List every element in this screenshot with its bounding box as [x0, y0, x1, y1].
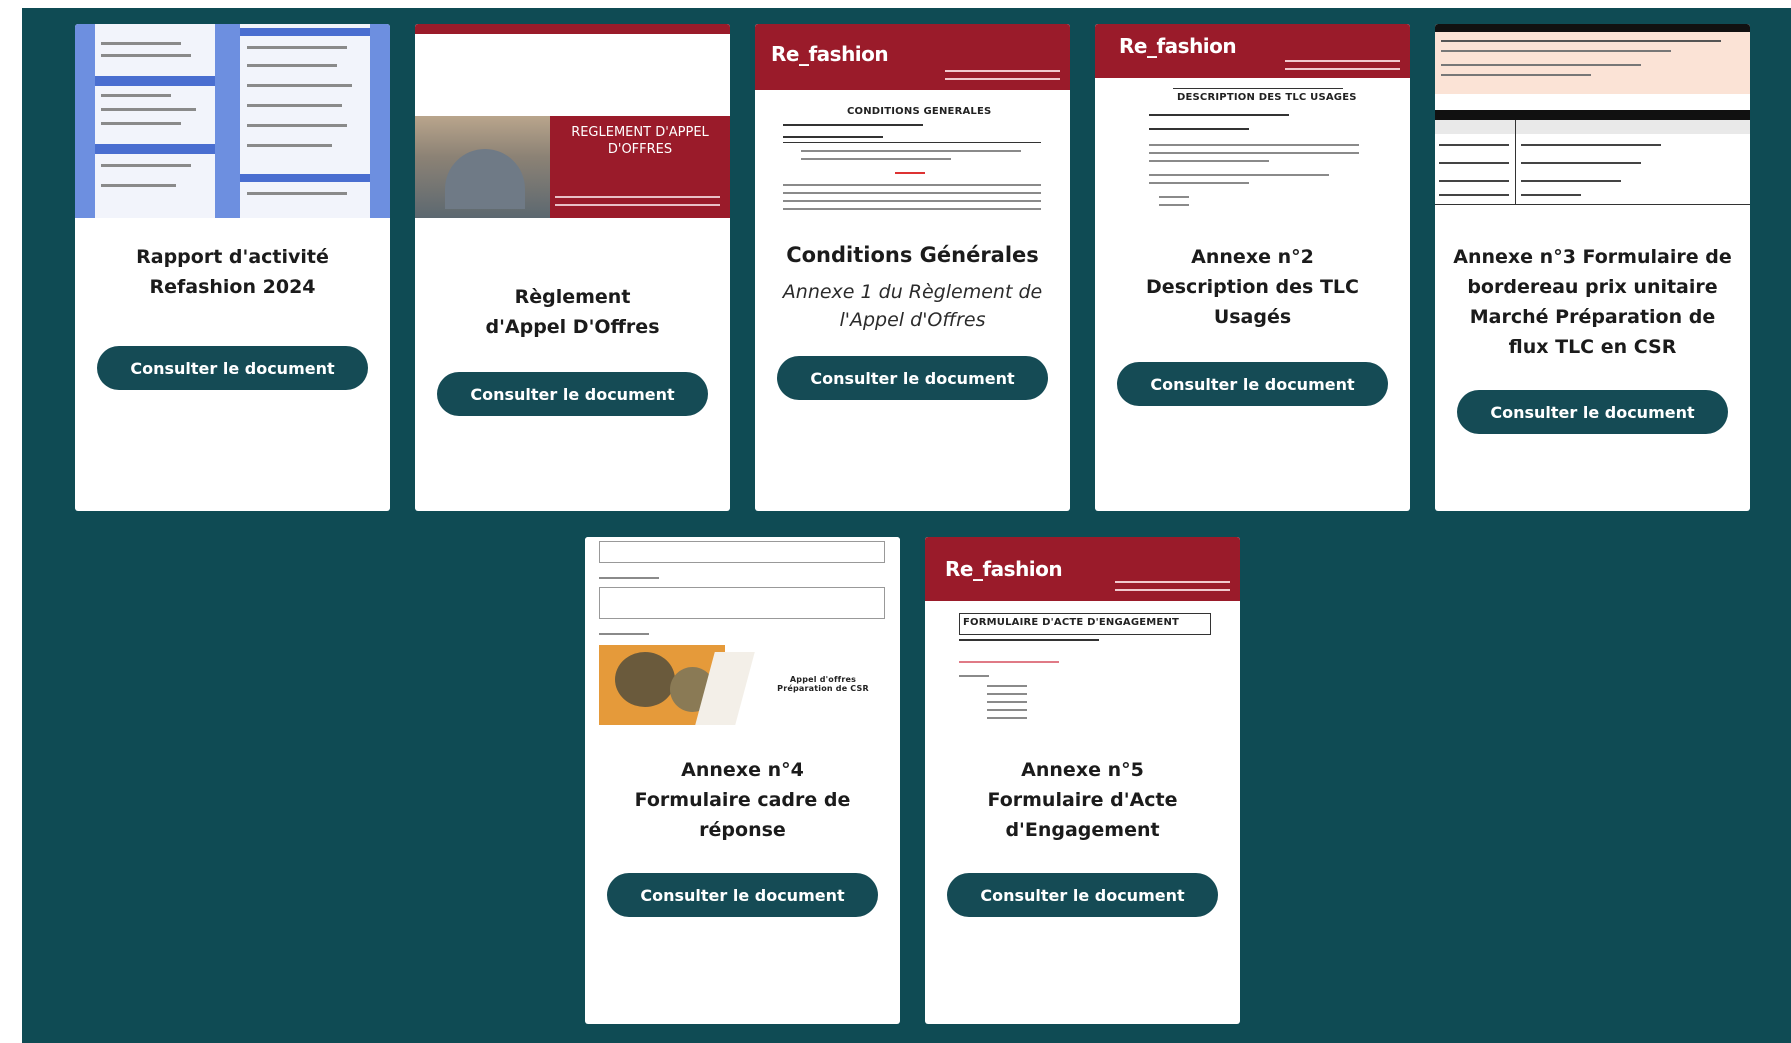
- document-card: Re_fashion FORMULAIRE D'ACTE D'ENGAGEMEN…: [925, 537, 1240, 1024]
- document-thumbnail[interactable]: Re_fashion DESCRIPTION DES TLC USAGES: [1095, 24, 1410, 218]
- card-body: Annexe n°3 Formulaire de bordereau prix …: [1435, 218, 1750, 511]
- document-card: Appel d'offres Préparation de CSR Annexe…: [585, 537, 900, 1024]
- refashion-logo: Re_fashion: [771, 42, 889, 66]
- document-card: Annexe n°3 Formulaire de bordereau prix …: [1435, 24, 1750, 511]
- document-card: Re_fashion CONDITIONS GENERALES Conditio…: [755, 24, 1070, 511]
- card-title: Annexe n°3 Formulaire de bordereau prix …: [1453, 246, 1732, 358]
- consult-document-button[interactable]: Consulter le document: [607, 873, 878, 917]
- refashion-logo: Re_fashion: [1119, 34, 1237, 58]
- thumbnail-heading: DESCRIPTION DES TLC USAGES: [1177, 92, 1357, 103]
- card-body: Annexe n°5 Formulaire d'Acte d'Engagemen…: [925, 731, 1240, 1024]
- card-title: Règlement d'Appel D'Offres: [485, 286, 660, 338]
- card-body: Rapport d'activité Refashion 2024 Consul…: [75, 218, 390, 511]
- refashion-logo: Re_fashion: [945, 557, 1063, 581]
- card-title: Conditions Générales: [786, 243, 1039, 267]
- thumbnail-heading: REGLEMENT D'APPEL D'OFFRES: [571, 125, 709, 157]
- thumbnail-heading: FORMULAIRE D'ACTE D'ENGAGEMENT: [963, 617, 1180, 628]
- consult-document-button[interactable]: Consulter le document: [97, 346, 368, 390]
- card-title: Rapport d'activité Refashion 2024: [136, 246, 329, 298]
- card-title: Annexe n°5 Formulaire d'Acte d'Engagemen…: [987, 759, 1178, 841]
- document-thumbnail[interactable]: Re_fashion FORMULAIRE D'ACTE D'ENGAGEMEN…: [925, 537, 1240, 731]
- consult-document-button[interactable]: Consulter le document: [1117, 362, 1388, 406]
- thumbnail-heading: CONDITIONS GENERALES: [847, 106, 992, 117]
- card-title: Annexe n°4 Formulaire cadre de réponse: [634, 759, 851, 841]
- consult-document-button[interactable]: Consulter le document: [1457, 390, 1728, 434]
- card-body: Conditions Générales Annexe 1 du Règleme…: [755, 218, 1070, 511]
- document-thumbnail[interactable]: [75, 24, 390, 218]
- document-thumbnail[interactable]: REGLEMENT D'APPEL D'OFFRES: [415, 24, 730, 218]
- consult-document-button[interactable]: Consulter le document: [777, 356, 1048, 400]
- card-title: Annexe n°2 Description des TLC Usagés: [1146, 246, 1359, 328]
- documents-panel: Rapport d'activité Refashion 2024 Consul…: [22, 8, 1791, 1043]
- document-card: REGLEMENT D'APPEL D'OFFRES Règlement d'A…: [415, 24, 730, 511]
- document-card: Re_fashion DESCRIPTION DES TLC USAGES An…: [1095, 24, 1410, 511]
- document-thumbnail[interactable]: Appel d'offres Préparation de CSR: [585, 537, 900, 731]
- document-thumbnail[interactable]: [1435, 24, 1750, 218]
- document-card: Rapport d'activité Refashion 2024 Consul…: [75, 24, 390, 511]
- card-body: Annexe n°4 Formulaire cadre de réponse C…: [585, 731, 900, 1024]
- thumbnail-heading: Appel d'offres Préparation de CSR: [777, 675, 869, 693]
- document-thumbnail[interactable]: Re_fashion CONDITIONS GENERALES: [755, 24, 1070, 218]
- card-body: Règlement d'Appel D'Offres Consulter le …: [415, 218, 730, 511]
- card-subtitle: Annexe 1 du Règlement de l'Appel d'Offre…: [782, 281, 1043, 331]
- card-body: Annexe n°2 Description des TLC Usagés Co…: [1095, 218, 1410, 511]
- consult-document-button[interactable]: Consulter le document: [947, 873, 1218, 917]
- consult-document-button[interactable]: Consulter le document: [437, 372, 708, 416]
